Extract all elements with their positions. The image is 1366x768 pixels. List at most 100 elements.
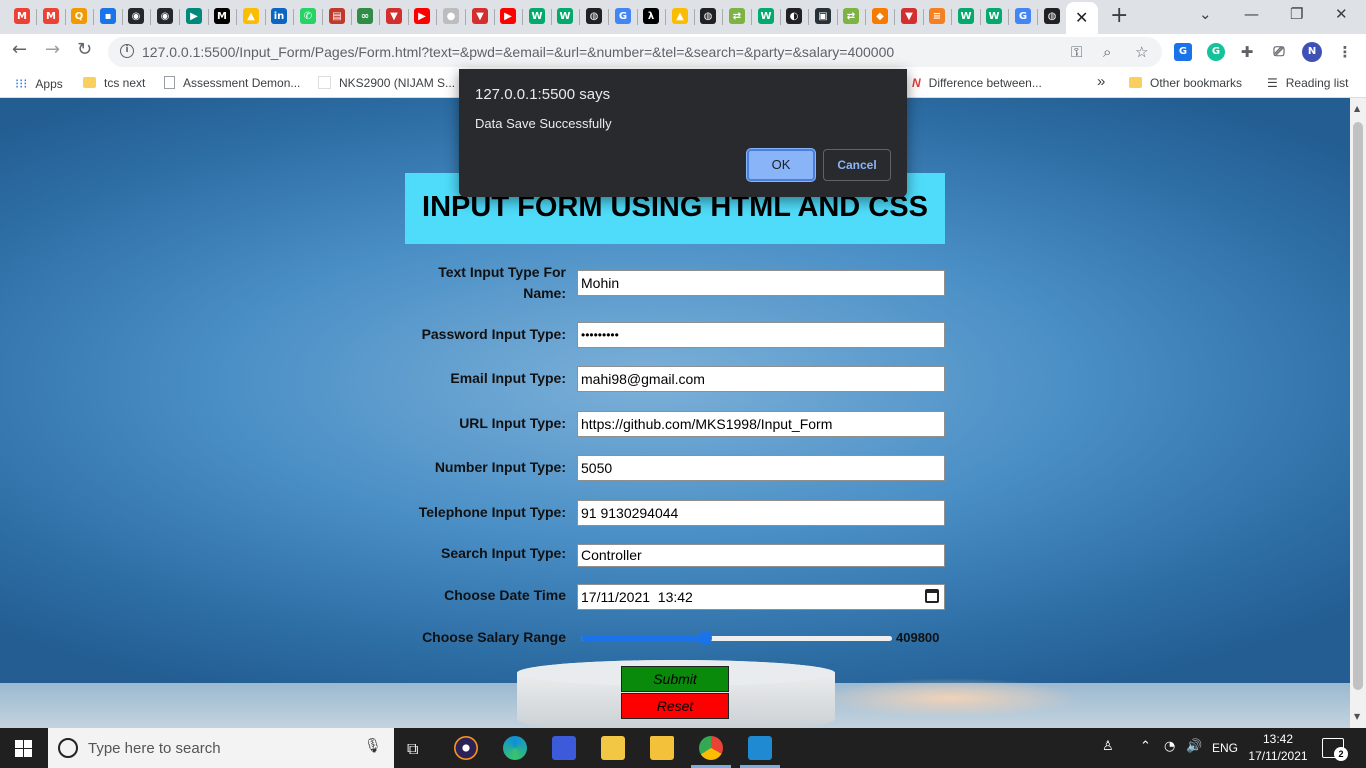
site-info-icon[interactable]: i	[120, 44, 134, 58]
google-icon[interactable]: G	[615, 8, 631, 24]
terminal-icon[interactable]: ▣	[815, 8, 831, 24]
google-icon[interactable]: G	[1015, 8, 1031, 24]
archive-icon[interactable]	[601, 736, 625, 760]
w3-icon[interactable]: W	[758, 8, 774, 24]
close-window-button[interactable]: ✕	[1335, 5, 1348, 23]
zoom-icon[interactable]: ⌕	[1103, 43, 1111, 61]
active-tab[interactable]: ✕	[1066, 2, 1098, 34]
scroll-down-icon[interactable]: ▼	[1354, 712, 1360, 721]
card-icon[interactable]: ▤	[329, 8, 345, 24]
arrows-icon[interactable]: ⇄	[843, 8, 859, 24]
search-input[interactable]: Controller	[577, 544, 945, 567]
meet-icon[interactable]: ▶	[186, 8, 202, 24]
tab-search-icon[interactable]: ⌄	[1199, 5, 1212, 23]
w3-icon[interactable]: W	[529, 8, 545, 24]
bookmark-difference[interactable]: N Difference between...	[912, 76, 1042, 90]
youtube-icon[interactable]: ▶	[414, 8, 430, 24]
stackoverflow-icon[interactable]: ≡	[929, 8, 945, 24]
taskbar-clock[interactable]: 13:42 17/11/2021	[1246, 731, 1310, 765]
page-scrollbar[interactable]: ▲ ▼	[1350, 98, 1366, 728]
scrollbar-thumb[interactable]	[1353, 122, 1363, 690]
gmail-icon[interactable]: M	[43, 8, 59, 24]
menu-icon[interactable]: ⋮	[1336, 43, 1354, 61]
youtube-icon[interactable]: ▶	[500, 8, 516, 24]
gmail-icon[interactable]: M	[14, 8, 30, 24]
number-input[interactable]: 5050	[577, 455, 945, 481]
back-arrow-icon[interactable]: ←	[12, 39, 27, 60]
github-icon[interactable]: ◉	[128, 8, 144, 24]
url-text[interactable]: 127.0.0.1:5500/Input_Form/Pages/Form.htm…	[142, 44, 894, 60]
file-explorer-icon[interactable]	[650, 736, 674, 760]
drive-icon[interactable]: ▲	[672, 8, 688, 24]
close-tab-icon[interactable]: ✕	[1075, 8, 1088, 27]
profile-avatar[interactable]: N	[1302, 42, 1322, 62]
drive-icon[interactable]: ▲	[243, 8, 259, 24]
email-input[interactable]: mahi98@gmail.com	[577, 366, 945, 392]
taskbar-search[interactable]: Type here to search 🎙	[48, 728, 394, 768]
eclipse-icon[interactable]	[454, 736, 478, 760]
extensions-icon[interactable]: ✚	[1238, 43, 1256, 61]
ok-button[interactable]: OK	[747, 149, 815, 181]
windows-start-icon[interactable]	[15, 740, 32, 757]
translate-icon[interactable]: G	[1174, 43, 1192, 61]
vercel-icon[interactable]: ▼	[901, 8, 917, 24]
submit-button[interactable]: Submit	[621, 666, 729, 692]
bookmark-other[interactable]: Other bookmarks	[1129, 76, 1242, 90]
wifi-icon[interactable]: ◔	[1164, 739, 1175, 754]
bookmark-nks[interactable]: NKS2900 (NIJAM S...	[318, 76, 455, 90]
w3-icon[interactable]: W	[986, 8, 1002, 24]
address-bar[interactable]: i 127.0.0.1:5500/Input_Form/Pages/Form.h…	[108, 37, 1162, 67]
reload-icon[interactable]: ↻	[77, 39, 92, 60]
emblem-icon[interactable]: ●	[443, 8, 459, 24]
microphone-icon[interactable]: 🎙	[364, 738, 382, 754]
w3-icon[interactable]: W	[958, 8, 974, 24]
show-hidden-icons[interactable]: ⌃	[1140, 739, 1151, 754]
bookmark-tcs-next[interactable]: tcs next	[83, 76, 145, 90]
task-view-icon[interactable]: ⧉	[407, 739, 418, 759]
bookmark-apps[interactable]: ⁝⁝⁝ Apps	[15, 76, 63, 92]
volume-icon[interactable]: 🔊	[1186, 739, 1202, 754]
datetime-input[interactable]: 17/11/2021 13:42	[577, 584, 945, 610]
vercel-icon[interactable]: ▼	[472, 8, 488, 24]
chrome-icon[interactable]	[699, 736, 723, 760]
bookmark-star-icon[interactable]: ☆	[1135, 43, 1148, 61]
restore-button[interactable]: ❐	[1290, 5, 1303, 23]
scroll-up-icon[interactable]: ▲	[1354, 104, 1360, 113]
password-input[interactable]: •••••••••	[577, 322, 945, 348]
globe-icon[interactable]: ◍	[700, 8, 716, 24]
arrows-icon[interactable]: ⇄	[729, 8, 745, 24]
store-app-icon[interactable]	[552, 736, 576, 760]
people-icon[interactable]: ♙	[1102, 739, 1114, 754]
grammarly-icon[interactable]: G	[1207, 43, 1225, 61]
gfg-icon[interactable]: ∞	[357, 8, 373, 24]
contacts-icon[interactable]: ▪	[100, 8, 116, 24]
vscode-icon[interactable]	[748, 736, 772, 760]
globe-icon[interactable]: ◍	[1044, 8, 1060, 24]
cube-icon[interactable]: ◆	[872, 8, 888, 24]
linkedin-icon[interactable]: in	[271, 8, 287, 24]
github-icon[interactable]: ◉	[157, 8, 173, 24]
reading-list[interactable]: ☰ Reading list	[1267, 76, 1348, 90]
telephone-input[interactable]: 91 9130294044	[577, 500, 945, 526]
language-indicator[interactable]: ENG	[1212, 741, 1238, 755]
codepen-icon[interactable]: ◐	[786, 8, 802, 24]
medium-icon[interactable]: M	[214, 8, 230, 24]
calendar-icon[interactable]	[925, 589, 939, 603]
reset-button[interactable]: Reset	[621, 693, 729, 719]
cancel-button[interactable]: Cancel	[823, 149, 891, 181]
new-tab-button[interactable]: +	[1110, 3, 1128, 28]
q-icon[interactable]: Q	[71, 8, 87, 24]
forward-arrow-icon[interactable]: →	[45, 39, 60, 60]
code-icon[interactable]: λ	[643, 8, 659, 24]
vercel-icon[interactable]: ▼	[386, 8, 402, 24]
w3-icon[interactable]: W	[557, 8, 573, 24]
salary-slider[interactable]	[581, 631, 892, 645]
name-input[interactable]: Mohin	[577, 270, 945, 296]
whatsapp-icon[interactable]: ✆	[300, 8, 316, 24]
minimize-button[interactable]: —	[1244, 5, 1259, 23]
edge-icon[interactable]	[503, 736, 527, 760]
globe-icon[interactable]: ◍	[586, 8, 602, 24]
url-input[interactable]: https://github.com/MKS1998/Input_Form	[577, 411, 945, 437]
more-bookmarks-button[interactable]: »	[1097, 73, 1105, 90]
bookmark-assessment[interactable]: Assessment Demon...	[164, 76, 300, 90]
